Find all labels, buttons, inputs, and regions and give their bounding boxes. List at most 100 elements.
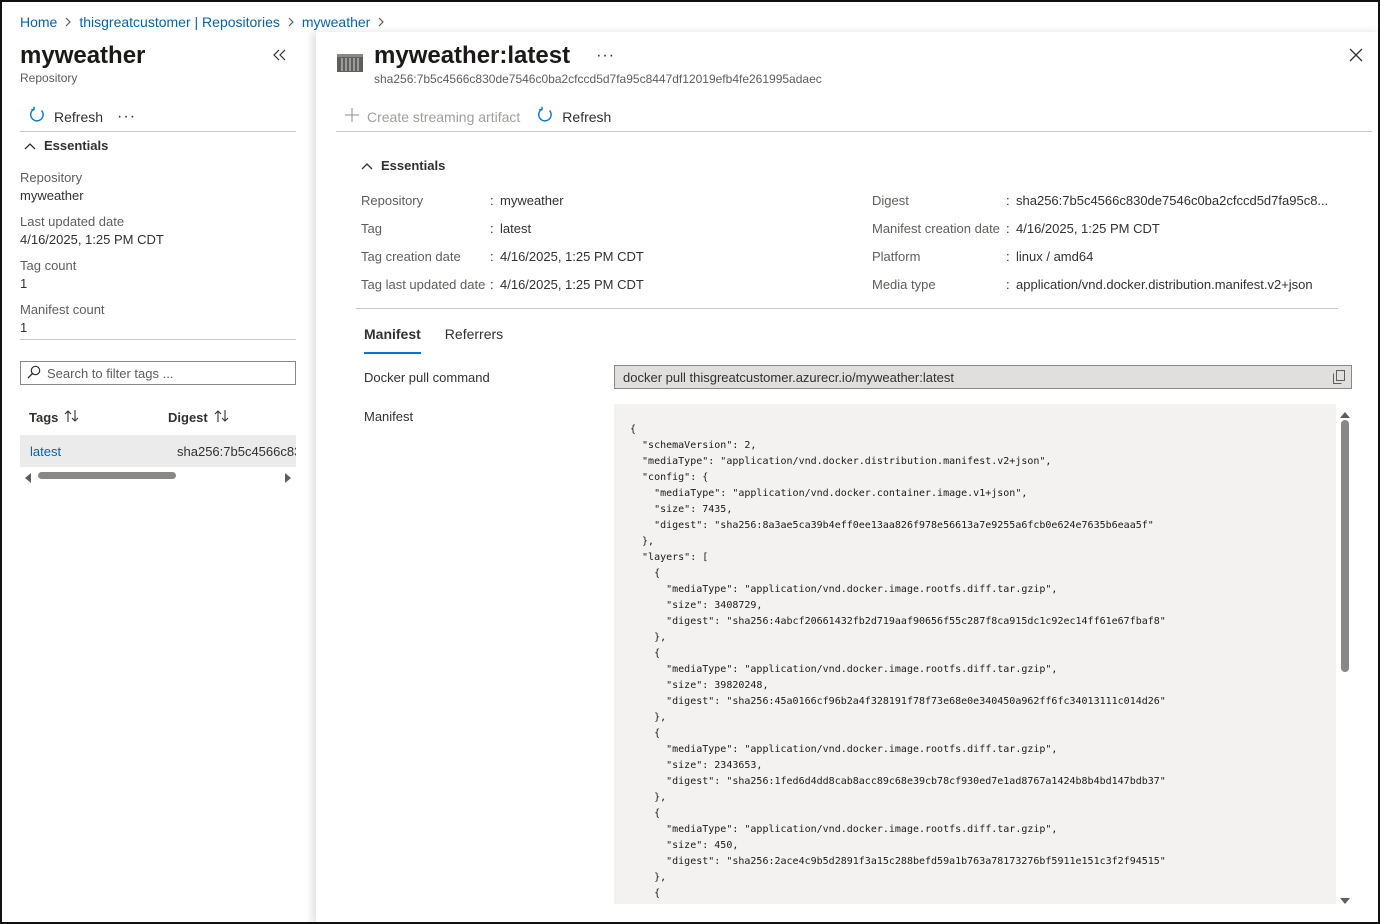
table-row[interactable]: latest sha256:7b5c4566c830de7546c0ba2cfc… bbox=[20, 435, 296, 467]
repository-properties: Repository myweather Last updated date 4… bbox=[20, 170, 296, 346]
essentials-label: Repository bbox=[361, 192, 424, 208]
separator: : bbox=[490, 220, 494, 236]
essentials-toggle[interactable]: Essentials bbox=[361, 158, 445, 173]
property-label: Repository bbox=[20, 170, 83, 185]
essentials-value: sha256:7b5c4566c830de7546c0ba2cfccd5d7fa… bbox=[1016, 192, 1329, 208]
breadcrumb: Home thisgreatcustomer | Repositories my… bbox=[20, 12, 392, 32]
manifest-json-text: { "schemaVersion": 2, "mediaType": "appl… bbox=[630, 424, 1166, 899]
tab-referrers[interactable]: Referrers bbox=[445, 326, 503, 352]
divider bbox=[356, 308, 1338, 309]
property-value: 1 bbox=[20, 276, 28, 291]
property-value: myweather bbox=[20, 188, 84, 203]
essentials-label: Essentials bbox=[44, 138, 109, 153]
divider bbox=[20, 339, 296, 340]
essentials-row: Tag last updated date : 4/16/2025, 1:25 … bbox=[361, 270, 644, 298]
scroll-right-icon[interactable] bbox=[284, 471, 292, 486]
grid-header: Tags Digest bbox=[20, 404, 296, 430]
essentials-row: Manifest creation date : 4/16/2025, 1:25… bbox=[872, 214, 1160, 242]
scrollbar-thumb[interactable] bbox=[1341, 420, 1349, 672]
breadcrumb-registry-link[interactable]: thisgreatcustomer | Repositories bbox=[79, 14, 280, 30]
separator: : bbox=[1006, 276, 1010, 292]
tag-search-box[interactable] bbox=[20, 361, 296, 385]
create-streaming-artifact-button[interactable]: Create streaming artifact bbox=[345, 108, 520, 125]
essentials-label: Media type bbox=[872, 276, 936, 292]
essentials-label: Tag creation date bbox=[361, 248, 461, 264]
refresh-button[interactable]: Refresh bbox=[536, 106, 611, 127]
separator: : bbox=[1006, 248, 1010, 264]
chevron-right-icon bbox=[64, 17, 72, 27]
copy-icon[interactable] bbox=[1333, 370, 1345, 387]
property-label: Tag count bbox=[20, 258, 77, 273]
tag-title-text: myweather:latest bbox=[374, 42, 571, 69]
refresh-label: Refresh bbox=[562, 108, 612, 125]
essentials-row: Repository : myweather bbox=[361, 186, 564, 214]
property-label: Manifest count bbox=[20, 302, 105, 317]
add-icon bbox=[345, 108, 359, 125]
repository-title: myweather bbox=[20, 42, 146, 69]
collapse-pane-button[interactable] bbox=[270, 46, 290, 66]
refresh-button[interactable]: Refresh bbox=[28, 106, 103, 127]
property-value: 4/16/2025, 1:25 PM CDT bbox=[20, 232, 164, 247]
tag-digest-subtitle: sha256:7b5c4566c830de7546c0ba2cfccd5d7fa… bbox=[374, 72, 822, 86]
refresh-label: Refresh bbox=[54, 108, 104, 125]
essentials-value: linux / amd64 bbox=[1016, 248, 1094, 264]
essentials-row: Platform : linux / amd64 bbox=[872, 242, 1093, 270]
close-button[interactable] bbox=[1346, 46, 1366, 66]
separator: : bbox=[490, 248, 494, 264]
refresh-icon bbox=[28, 106, 46, 127]
manifest-json-viewer[interactable]: { "schemaVersion": 2, "mediaType": "appl… bbox=[614, 404, 1336, 904]
essentials-label: Essentials bbox=[381, 158, 446, 173]
tags-grid: Tags Digest latest sha256:7b5c4566c830de… bbox=[20, 404, 296, 467]
sort-icon bbox=[214, 409, 230, 426]
property-label: Last updated date bbox=[20, 214, 125, 229]
tag-details-pane: myweather:latest ··· sha256:7b5c4566c830… bbox=[316, 32, 1378, 922]
essentials-label: Manifest creation date bbox=[872, 220, 1000, 236]
repository-subtitle: Repository bbox=[20, 71, 78, 85]
vertical-scrollbar[interactable] bbox=[1338, 404, 1352, 904]
scrollbar-thumb[interactable] bbox=[38, 472, 176, 479]
repository-pane: myweather Repository Refresh ··· Essenti… bbox=[2, 32, 315, 922]
create-streaming-artifact-label: Create streaming artifact bbox=[367, 108, 521, 125]
essentials-label: Tag bbox=[361, 220, 382, 236]
column-header-label: Tags bbox=[29, 409, 59, 425]
double-chevron-left-icon bbox=[273, 49, 287, 64]
docker-pull-command-text: docker pull thisgreatcustomer.azurecr.io… bbox=[623, 369, 954, 385]
essentials-row: Media type : application/vnd.docker.dist… bbox=[872, 270, 1313, 298]
chevron-right-icon bbox=[377, 17, 385, 27]
essentials-row: Digest : sha256:7b5c4566c830de7546c0ba2c… bbox=[872, 186, 1328, 214]
essentials-toggle[interactable]: Essentials bbox=[24, 138, 108, 153]
tag-link[interactable]: latest bbox=[30, 444, 61, 459]
separator: : bbox=[490, 192, 494, 208]
detail-tabs: Manifest Referrers bbox=[364, 326, 503, 354]
separator: : bbox=[490, 276, 494, 292]
essentials-value: application/vnd.docker.distribution.mani… bbox=[1016, 276, 1313, 292]
docker-pull-command-field[interactable]: docker pull thisgreatcustomer.azurecr.io… bbox=[614, 365, 1352, 389]
repository-toolbar: Refresh ··· bbox=[20, 102, 296, 132]
tag-search-input[interactable] bbox=[47, 365, 277, 381]
essentials-label: Platform bbox=[872, 248, 921, 264]
digest-cell: sha256:7b5c4566c830de7546c0ba2cfccd5d7fa… bbox=[177, 443, 296, 459]
more-actions-button[interactable]: ··· bbox=[117, 108, 136, 126]
essentials-value: 4/16/2025, 1:25 PM CDT bbox=[1016, 220, 1160, 236]
column-header-digest[interactable]: Digest bbox=[168, 409, 230, 426]
chevron-up-icon bbox=[361, 158, 373, 173]
scroll-left-icon[interactable] bbox=[24, 471, 32, 486]
tag-toolbar: Create streaming artifact Refresh bbox=[336, 102, 1372, 132]
column-header-tags[interactable]: Tags bbox=[20, 409, 168, 426]
docker-pull-label: Docker pull command bbox=[364, 370, 490, 385]
tab-manifest[interactable]: Manifest bbox=[364, 326, 421, 354]
horizontal-scrollbar[interactable] bbox=[20, 469, 296, 483]
essentials-label: Tag last updated date bbox=[361, 276, 486, 292]
more-actions-button[interactable]: ··· bbox=[596, 47, 615, 65]
breadcrumb-home-link[interactable]: Home bbox=[20, 14, 57, 30]
scroll-down-icon[interactable] bbox=[1340, 893, 1350, 908]
essentials-value: 4/16/2025, 1:25 PM CDT bbox=[500, 248, 644, 264]
manifest-label: Manifest bbox=[364, 409, 414, 424]
essentials-row: Tag : latest bbox=[361, 214, 531, 242]
essentials-value: 4/16/2025, 1:25 PM CDT bbox=[500, 276, 644, 292]
chevron-right-icon bbox=[287, 17, 295, 27]
property-value: 1 bbox=[20, 320, 28, 335]
container-image-icon bbox=[336, 52, 364, 77]
breadcrumb-repo-link[interactable]: myweather bbox=[302, 14, 370, 30]
separator: : bbox=[1006, 220, 1010, 236]
